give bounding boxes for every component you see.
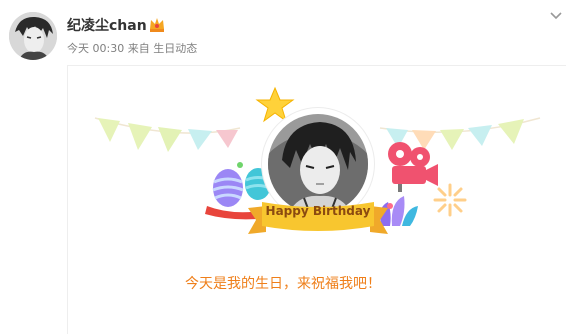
pennant <box>468 125 492 146</box>
pennant <box>188 129 212 150</box>
banner-text: Happy Birthday <box>265 204 371 218</box>
birthday-message: 今天是我的生日，来祝福我吧！ <box>185 276 381 292</box>
pennant <box>216 130 238 148</box>
pennant <box>440 129 464 150</box>
pennant <box>98 118 120 142</box>
pennant <box>158 127 182 152</box>
pennant <box>128 123 152 150</box>
pennant <box>498 119 524 144</box>
sparkle-icon <box>433 183 467 217</box>
